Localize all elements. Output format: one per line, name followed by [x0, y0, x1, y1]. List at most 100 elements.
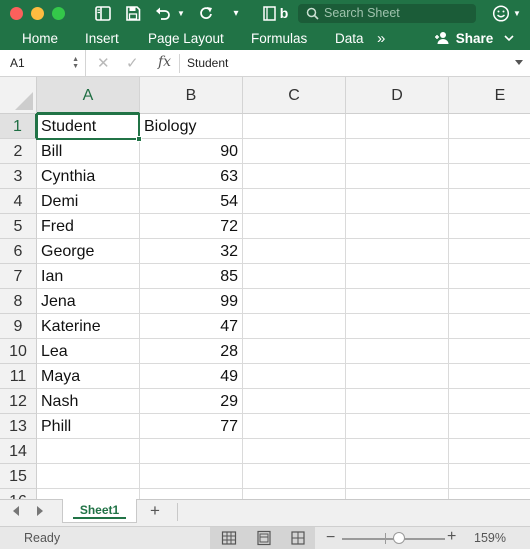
cell-e1[interactable] [449, 114, 530, 139]
cell-b10[interactable]: 28 [140, 339, 243, 364]
zoom-in-button[interactable]: + [447, 527, 456, 547]
qat-b-button[interactable]: b [279, 4, 289, 23]
cell-c2[interactable] [243, 139, 346, 164]
scroll-sheets-left-icon[interactable] [13, 506, 19, 516]
cell-a3[interactable]: Cynthia [37, 164, 140, 189]
cell-e11[interactable] [449, 364, 530, 389]
formula-expand-icon[interactable] [515, 60, 523, 65]
cell-d7[interactable] [346, 264, 449, 289]
spreadsheet-grid[interactable]: A B C D E 1 Student Biology 2 Bill 90 3 Cynthia 63 4 De… [0, 77, 530, 499]
window-close-button[interactable] [10, 7, 23, 20]
cell-e16[interactable] [449, 489, 530, 499]
cell-c4[interactable] [243, 189, 346, 214]
cell-e3[interactable] [449, 164, 530, 189]
cell-b12[interactable]: 29 [140, 389, 243, 414]
zoom-percentage[interactable]: 159% [474, 530, 506, 547]
row-header-8[interactable]: 8 [0, 289, 37, 314]
scroll-sheets-right-icon[interactable] [37, 506, 43, 516]
tab-formulas[interactable]: Formulas [251, 30, 307, 47]
cell-e9[interactable] [449, 314, 530, 339]
cell-c11[interactable] [243, 364, 346, 389]
zoom-out-button[interactable]: − [326, 528, 335, 547]
cell-b16[interactable] [140, 489, 243, 499]
cell-d10[interactable] [346, 339, 449, 364]
cell-b5[interactable]: 72 [140, 214, 243, 239]
cell-a10[interactable]: Lea [37, 339, 140, 364]
cell-b14[interactable] [140, 439, 243, 464]
cell-a15[interactable] [37, 464, 140, 489]
cell-c16[interactable] [243, 489, 346, 499]
enter-check-icon[interactable]: ✓ [126, 54, 139, 73]
window-fullscreen-button[interactable] [52, 7, 65, 20]
cell-a7[interactable]: Ian [37, 264, 140, 289]
normal-view-icon[interactable] [221, 530, 237, 546]
row-header-2[interactable]: 2 [0, 139, 37, 164]
tab-page-layout[interactable]: Page Layout [148, 30, 224, 47]
cell-a12[interactable]: Nash [37, 389, 140, 414]
cell-a5[interactable]: Fred [37, 214, 140, 239]
row-header-13[interactable]: 13 [0, 414, 37, 439]
row-header-14[interactable]: 14 [0, 439, 37, 464]
cell-d9[interactable] [346, 314, 449, 339]
cell-d13[interactable] [346, 414, 449, 439]
cell-e8[interactable] [449, 289, 530, 314]
save-icon[interactable] [124, 4, 142, 23]
column-header-a[interactable]: A [37, 77, 140, 114]
row-header-12[interactable]: 12 [0, 389, 37, 414]
cell-c7[interactable] [243, 264, 346, 289]
cell-a1[interactable]: Student [37, 114, 140, 139]
row-header-10[interactable]: 10 [0, 339, 37, 364]
cell-d4[interactable] [346, 189, 449, 214]
cell-a14[interactable] [37, 439, 140, 464]
ribbon-overflow-button[interactable]: » [377, 30, 385, 47]
redo-icon[interactable] [197, 4, 215, 23]
formula-input[interactable]: Student [187, 50, 228, 77]
zoom-slider-thumb[interactable] [393, 532, 405, 544]
name-box-stepper-icon[interactable]: ▲ ▼ [72, 56, 79, 70]
cell-b11[interactable]: 49 [140, 364, 243, 389]
undo-dropdown-icon[interactable]: ▼ [176, 4, 186, 23]
share-button[interactable]: Share [434, 30, 515, 47]
cell-e7[interactable] [449, 264, 530, 289]
cell-a6[interactable]: George [37, 239, 140, 264]
cell-d2[interactable] [346, 139, 449, 164]
sidebar-icon[interactable] [94, 4, 112, 23]
cell-b6[interactable]: 32 [140, 239, 243, 264]
book-icon[interactable] [262, 4, 278, 23]
undo-icon[interactable] [154, 4, 172, 23]
search-input[interactable]: Search Sheet [298, 4, 476, 23]
tab-data[interactable]: Data [335, 30, 364, 47]
row-header-16[interactable]: 16 [0, 489, 37, 499]
cell-c13[interactable] [243, 414, 346, 439]
tab-insert[interactable]: Insert [85, 30, 119, 47]
cell-a13[interactable]: Phill [37, 414, 140, 439]
cell-c14[interactable] [243, 439, 346, 464]
row-header-6[interactable]: 6 [0, 239, 37, 264]
cell-b4[interactable]: 54 [140, 189, 243, 214]
cell-e14[interactable] [449, 439, 530, 464]
row-header-11[interactable]: 11 [0, 364, 37, 389]
add-sheet-button[interactable]: + [150, 502, 160, 520]
column-header-e[interactable]: E [449, 77, 530, 114]
column-header-c[interactable]: C [243, 77, 346, 114]
cell-a11[interactable]: Maya [37, 364, 140, 389]
cell-d15[interactable] [346, 464, 449, 489]
row-header-5[interactable]: 5 [0, 214, 37, 239]
cell-d16[interactable] [346, 489, 449, 499]
cell-e2[interactable] [449, 139, 530, 164]
cell-d6[interactable] [346, 239, 449, 264]
cancel-x-icon[interactable]: ✕ [97, 54, 110, 73]
cell-c12[interactable] [243, 389, 346, 414]
row-header-3[interactable]: 3 [0, 164, 37, 189]
cell-c8[interactable] [243, 289, 346, 314]
cell-b9[interactable]: 47 [140, 314, 243, 339]
cell-e12[interactable] [449, 389, 530, 414]
cell-c3[interactable] [243, 164, 346, 189]
cell-d5[interactable] [346, 214, 449, 239]
row-header-7[interactable]: 7 [0, 264, 37, 289]
page-break-view-icon[interactable] [290, 530, 306, 546]
customize-toolbar-icon[interactable]: ▾ [229, 4, 243, 23]
cell-e10[interactable] [449, 339, 530, 364]
cell-a9[interactable]: Katerine [37, 314, 140, 339]
cell-e6[interactable] [449, 239, 530, 264]
